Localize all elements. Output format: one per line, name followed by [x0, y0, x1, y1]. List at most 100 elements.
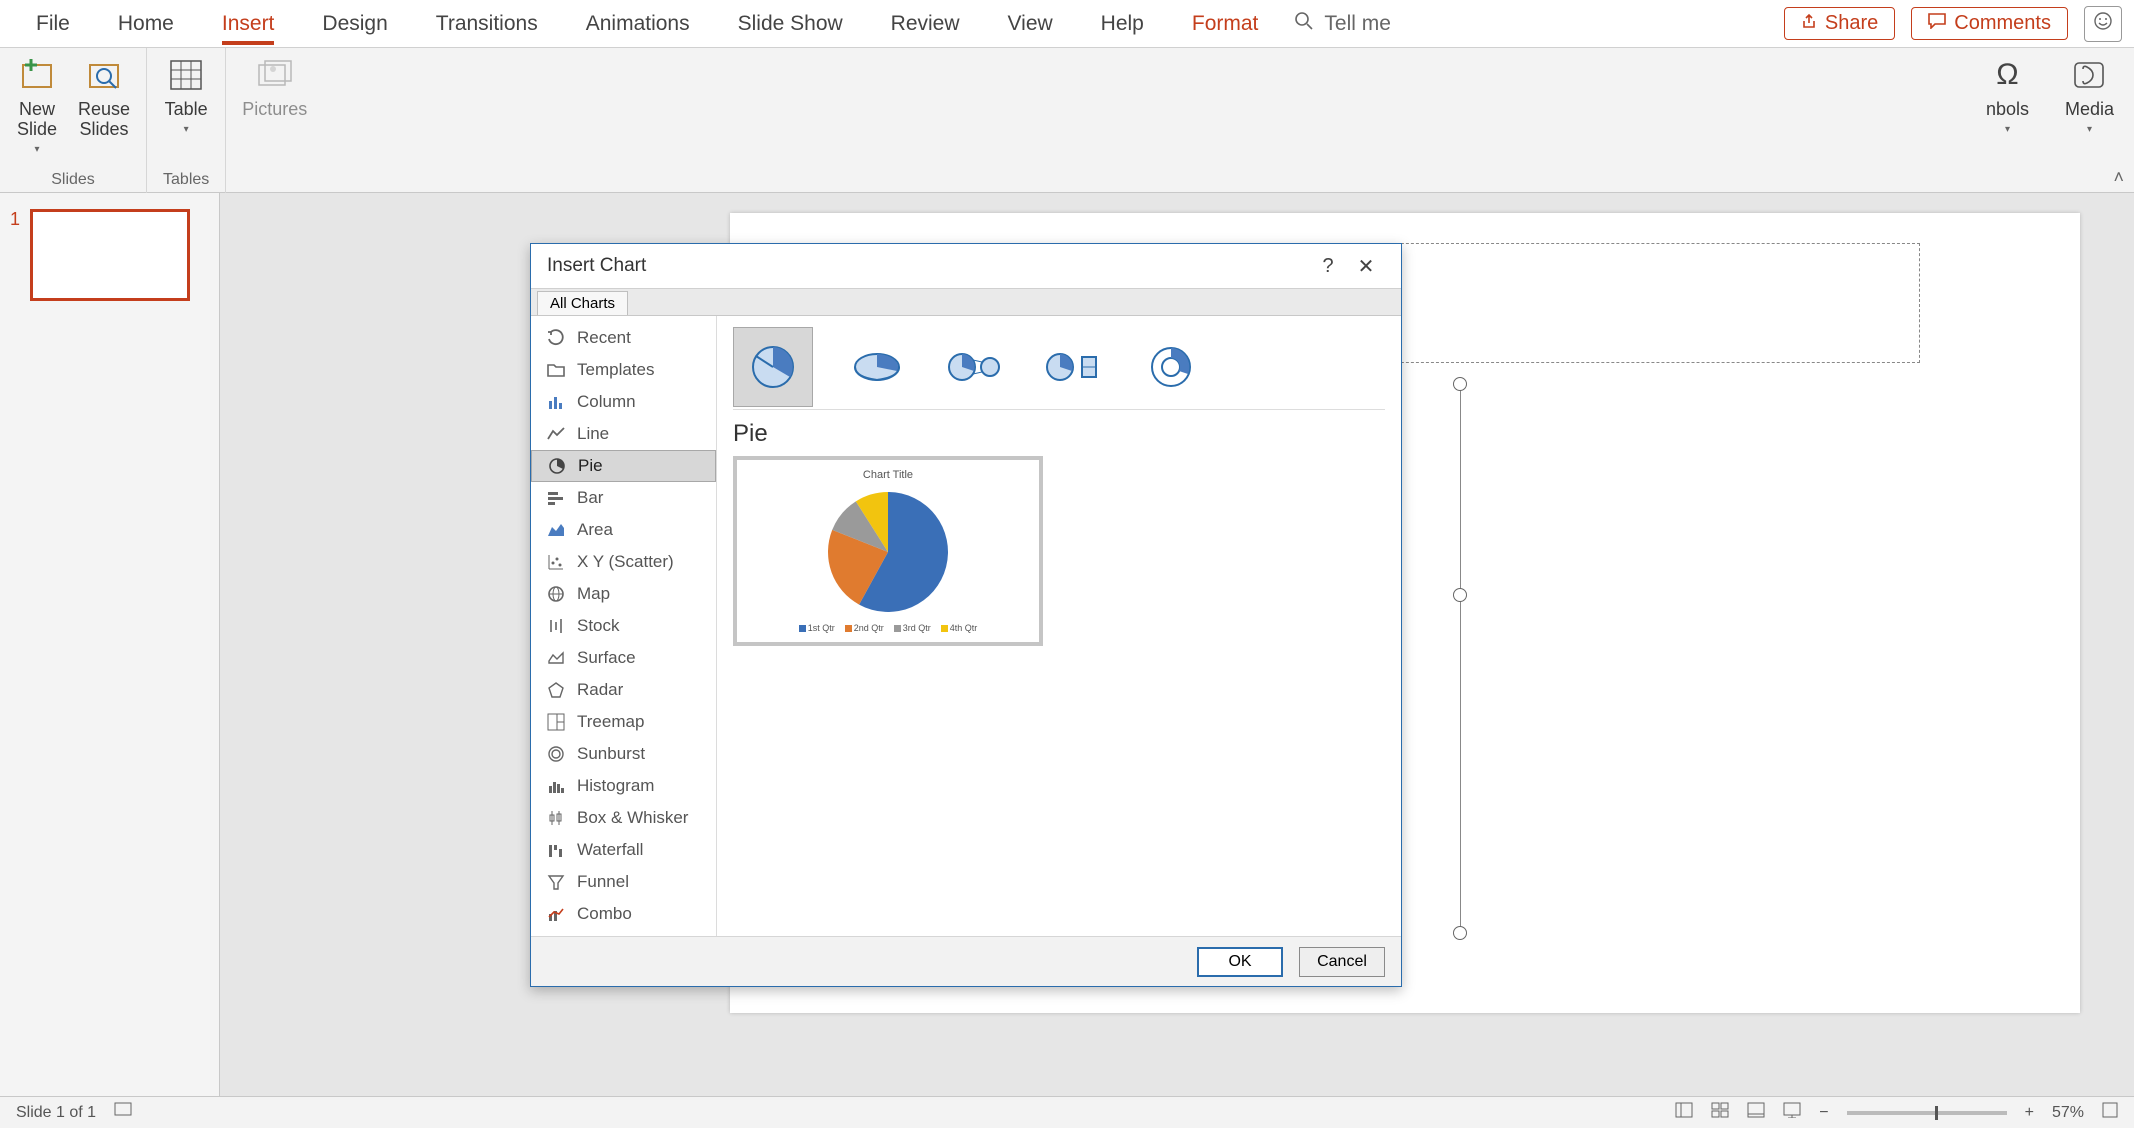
- dialog-footer: OK Cancel: [531, 936, 1401, 986]
- comments-button[interactable]: Comments: [1911, 7, 2068, 40]
- ribbon-group-slides: New Slide Reuse Slides Slides: [0, 48, 147, 193]
- table-label: Table: [165, 100, 208, 120]
- subtype-doughnut[interactable]: [1137, 333, 1205, 401]
- category-area[interactable]: Area: [531, 514, 716, 546]
- menu-format[interactable]: Format: [1168, 4, 1283, 44]
- menu-view[interactable]: View: [984, 4, 1077, 44]
- cancel-button[interactable]: Cancel: [1299, 947, 1385, 977]
- pictures-button[interactable]: Pictures: [242, 54, 307, 120]
- table-button[interactable]: Table: [165, 54, 208, 135]
- media-button[interactable]: Media: [2065, 54, 2114, 135]
- ribbon-group-tables: Table Tables: [147, 48, 226, 193]
- doughnut-icon: [1148, 344, 1194, 390]
- histogram-chart-icon: [545, 775, 567, 797]
- menu-transitions[interactable]: Transitions: [412, 4, 562, 44]
- menu-file[interactable]: File: [12, 4, 94, 44]
- category-pie[interactable]: Pie: [531, 450, 716, 482]
- surface-chart-icon: [545, 647, 567, 669]
- workspace: 1 Insert Chart ? ✕ All Charts: [0, 193, 2134, 1096]
- dialog-titlebar[interactable]: Insert Chart ? ✕: [531, 244, 1401, 288]
- notes-button[interactable]: [114, 1102, 132, 1123]
- scatter-chart-icon: [545, 551, 567, 573]
- dialog-title: Insert Chart: [547, 255, 646, 277]
- category-boxwhisker[interactable]: Box & Whisker: [531, 802, 716, 834]
- menu-review[interactable]: Review: [867, 4, 984, 44]
- slide-thumbnail[interactable]: 1: [10, 209, 209, 301]
- category-label: X Y (Scatter): [577, 552, 674, 572]
- chart-category-list[interactable]: Recent Templates Column Line Pie Bar Are…: [531, 316, 717, 936]
- category-histogram[interactable]: Histogram: [531, 770, 716, 802]
- folder-icon: [545, 359, 567, 381]
- pie-3d-icon: [853, 347, 901, 387]
- dialog-help-button[interactable]: ?: [1309, 247, 1347, 285]
- notes-icon: [114, 1102, 132, 1118]
- dropdown-caret-icon: [34, 144, 39, 155]
- ok-button[interactable]: OK: [1197, 947, 1283, 977]
- menu-slideshow[interactable]: Slide Show: [714, 4, 867, 44]
- category-scatter[interactable]: X Y (Scatter): [531, 546, 716, 578]
- subtype-3d-pie[interactable]: [843, 333, 911, 401]
- menu-home[interactable]: Home: [94, 4, 198, 44]
- view-normal-button[interactable]: [1675, 1102, 1693, 1123]
- category-recent[interactable]: Recent: [531, 322, 716, 354]
- radar-chart-icon: [545, 679, 567, 701]
- new-slide-button[interactable]: New Slide: [16, 54, 58, 155]
- category-stock[interactable]: Stock: [531, 610, 716, 642]
- view-slideshow-button[interactable]: [1783, 1102, 1801, 1123]
- category-map[interactable]: Map: [531, 578, 716, 610]
- ribbon: New Slide Reuse Slides Slides Table Tabl…: [0, 48, 2134, 193]
- view-reading-button[interactable]: [1747, 1102, 1765, 1123]
- subtype-pie[interactable]: [733, 327, 813, 407]
- dialog-tabstrip: All Charts: [531, 288, 1401, 316]
- category-line[interactable]: Line: [531, 418, 716, 450]
- category-waterfall[interactable]: Waterfall: [531, 834, 716, 866]
- zoom-percent[interactable]: 57%: [2052, 1104, 2084, 1122]
- category-column[interactable]: Column: [531, 386, 716, 418]
- menu-insert[interactable]: Insert: [198, 4, 299, 44]
- reuse-slides-button[interactable]: Reuse Slides: [78, 54, 130, 140]
- dialog-close-button[interactable]: ✕: [1347, 247, 1385, 285]
- view-sorter-button[interactable]: [1711, 1102, 1729, 1123]
- category-combo[interactable]: Combo: [531, 898, 716, 930]
- collapse-ribbon-button[interactable]: ˄: [2113, 167, 2124, 188]
- fit-to-window-button[interactable]: [2102, 1102, 2118, 1123]
- chart-preview-pane: Pie Chart Title 1st Qtr2nd Qtr3rd Qtr4th…: [717, 316, 1401, 936]
- insert-chart-dialog: Insert Chart ? ✕ All Charts Recent Templ…: [530, 243, 1402, 987]
- category-label: Histogram: [577, 776, 654, 796]
- menu-design[interactable]: Design: [298, 4, 411, 44]
- share-button[interactable]: Share: [1784, 7, 1895, 40]
- feedback-smile-button[interactable]: [2084, 6, 2122, 42]
- slide-thumbnail-preview[interactable]: [30, 209, 190, 301]
- category-surface[interactable]: Surface: [531, 642, 716, 674]
- comments-label: Comments: [1954, 12, 2051, 35]
- category-sunburst[interactable]: Sunburst: [531, 738, 716, 770]
- slide-thumbnail-pane[interactable]: 1: [0, 193, 220, 1096]
- treemap-chart-icon: [545, 711, 567, 733]
- preview-pie-icon: [823, 487, 953, 617]
- media-icon: [2068, 54, 2110, 96]
- category-label: Treemap: [577, 712, 644, 732]
- zoom-out-button[interactable]: −: [1819, 1104, 1828, 1122]
- menu-animations[interactable]: Animations: [562, 4, 714, 44]
- zoom-in-button[interactable]: +: [2025, 1104, 2034, 1122]
- tell-me-label: Tell me: [1324, 12, 1391, 36]
- chart-preview-thumbnail[interactable]: Chart Title 1st Qtr2nd Qtr3rd Qtr4th Qtr: [733, 456, 1043, 646]
- ribbon-group-images: Pictures: [226, 48, 323, 193]
- reading-view-icon: [1747, 1102, 1765, 1118]
- category-bar[interactable]: Bar: [531, 482, 716, 514]
- tab-all-charts[interactable]: All Charts: [537, 291, 628, 315]
- zoom-slider[interactable]: [1847, 1111, 2007, 1115]
- menu-help[interactable]: Help: [1077, 4, 1168, 44]
- sorter-view-icon: [1711, 1102, 1729, 1118]
- subtype-pie-of-pie[interactable]: [941, 333, 1009, 401]
- category-templates[interactable]: Templates: [531, 354, 716, 386]
- slide-edit-area[interactable]: Insert Chart ? ✕ All Charts Recent Templ…: [220, 193, 2134, 1096]
- stock-chart-icon: [545, 615, 567, 637]
- category-radar[interactable]: Radar: [531, 674, 716, 706]
- symbols-button[interactable]: Ω nbols: [1986, 54, 2029, 135]
- category-treemap[interactable]: Treemap: [531, 706, 716, 738]
- subtype-bar-of-pie[interactable]: [1039, 333, 1107, 401]
- share-label: Share: [1825, 12, 1878, 35]
- tell-me-search[interactable]: Tell me: [1294, 11, 1391, 37]
- category-funnel[interactable]: Funnel: [531, 866, 716, 898]
